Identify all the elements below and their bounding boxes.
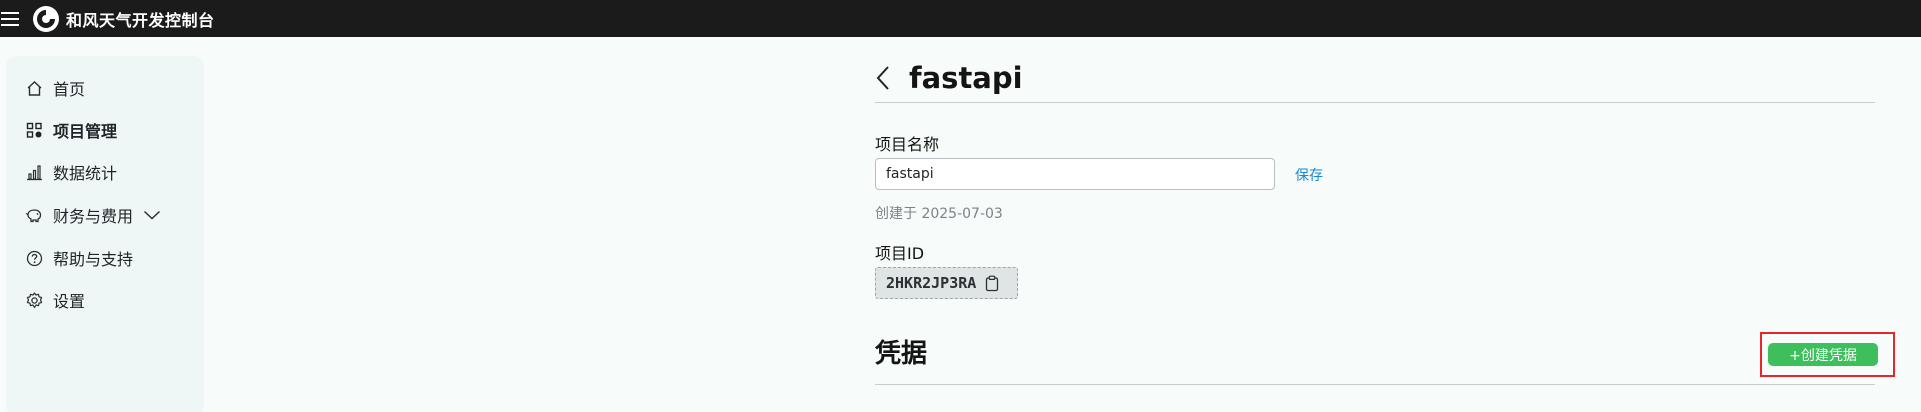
top-bar: 和风天气开发控制台 <box>0 0 1921 37</box>
bar-chart-icon <box>24 162 44 182</box>
sidebar-item-settings[interactable]: 设置 <box>24 288 85 312</box>
project-name-input[interactable] <box>875 158 1275 190</box>
page-title: fastapi <box>909 60 1023 95</box>
grid-icon <box>24 120 44 140</box>
project-name-label: 项目名称 <box>875 135 940 154</box>
brand-logo[interactable] <box>32 5 60 33</box>
gear-icon <box>24 290 44 310</box>
piggy-bank-icon <box>24 205 44 225</box>
sidebar: 首页 项目管理 数据统计 财务与费用 帮助与支持 设置 <box>6 56 204 412</box>
sidebar-item-label: 数据统计 <box>53 164 118 183</box>
menu-toggle-button[interactable] <box>0 0 34 37</box>
sidebar-item-home[interactable]: 首页 <box>24 76 85 100</box>
sidebar-item-label: 首页 <box>53 80 86 99</box>
project-id-label: 项目ID <box>875 244 925 263</box>
clipboard-copy-icon[interactable] <box>985 275 999 292</box>
page-header: fastapi <box>875 53 1875 103</box>
chevron-left-icon <box>876 65 889 90</box>
help-circle-icon <box>24 248 44 268</box>
home-icon <box>24 78 44 98</box>
credentials-header: 凭据 <box>875 333 1875 385</box>
sidebar-item-label: 项目管理 <box>53 122 118 141</box>
save-button[interactable]: 保存 <box>1295 165 1323 185</box>
sidebar-item-label: 财务与费用 <box>53 207 134 226</box>
qweather-logo-icon <box>33 5 59 32</box>
created-date: 创建于 2025-07-03 <box>875 206 1003 222</box>
sidebar-item-label: 设置 <box>53 292 86 311</box>
chevron-down-icon[interactable] <box>143 210 161 220</box>
sidebar-item-project-management[interactable]: 项目管理 <box>24 118 117 142</box>
sidebar-item-statistics[interactable]: 数据统计 <box>24 160 117 184</box>
project-id-box: 2HKR2JP3RA <box>875 267 1018 299</box>
back-button[interactable] <box>875 58 899 98</box>
main-content: fastapi 项目名称 保存 创建于 2025-07-03 项目ID 2HKR… <box>875 37 1875 412</box>
hamburger-menu-icon <box>1 11 19 26</box>
sidebar-item-help[interactable]: 帮助与支持 <box>24 246 133 270</box>
project-id-value: 2HKR2JP3RA <box>886 274 977 292</box>
credentials-title: 凭据 <box>875 339 928 369</box>
app-title: 和风天气开发控制台 <box>66 10 215 30</box>
sidebar-item-finance[interactable]: 财务与费用 <box>24 203 161 227</box>
create-credential-button[interactable]: +创建凭据 <box>1768 343 1878 366</box>
sidebar-item-label: 帮助与支持 <box>53 250 134 269</box>
